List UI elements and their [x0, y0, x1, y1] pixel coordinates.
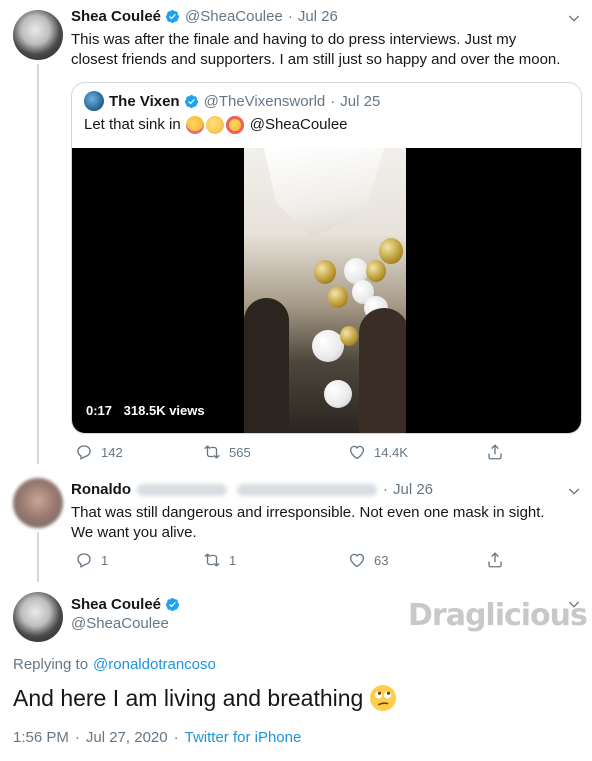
tweet2-text-line1: That was still dangerous and irresponsib…	[71, 504, 545, 521]
reply-icon	[77, 445, 91, 460]
ceiling-drape	[264, 148, 384, 238]
quote-text-start: Let that sink in	[84, 116, 181, 133]
tweet1-handle[interactable]: @SheaCoulee	[185, 8, 283, 25]
tweet1-text-line1: This was after the finale and having to …	[71, 31, 517, 48]
tweet1-text-line2: closest friends and supporters. I am sti…	[71, 51, 561, 68]
replying-to-link[interactable]: @ronaldotrancoso	[93, 656, 216, 673]
balloon	[366, 260, 386, 282]
tweet3-source[interactable]: Twitter for iPhone	[185, 729, 302, 746]
verified-icon	[184, 94, 198, 108]
balloon	[379, 238, 403, 264]
tweet3-display-name[interactable]: Shea Couleé	[71, 596, 161, 613]
separator-dot: ·	[383, 481, 388, 498]
reply-button[interactable]: 1	[75, 551, 203, 569]
video-meta: 0:17 318.5K views	[86, 403, 213, 418]
tweet2-actions: 1 1 63	[75, 551, 512, 569]
separator-dot: ·	[330, 92, 336, 110]
retweet-button[interactable]: 1	[203, 551, 348, 569]
separator-dot: ·	[287, 8, 293, 25]
like-icon	[349, 553, 365, 568]
tweet1-actions: 142 565 14.4K	[75, 443, 512, 461]
person-silhouette	[244, 298, 289, 433]
retweet-count: 565	[229, 444, 251, 460]
reply-button[interactable]: 142	[75, 443, 203, 461]
tweet3-time[interactable]: 1:56 PM	[13, 729, 69, 746]
thread-line	[37, 64, 39, 464]
balloon	[340, 326, 358, 346]
avatar-shea-coulee[interactable]	[13, 592, 63, 642]
balloon	[328, 286, 348, 308]
avatar-ronaldo[interactable]	[13, 478, 63, 528]
rolling-eyes-emoji	[370, 685, 397, 711]
tweet1-header: Shea Couleé @SheaCoulee · Jul 26	[71, 8, 338, 25]
avatar-the-vixen[interactable]	[84, 91, 104, 111]
replying-to: Replying to @ronaldotrancoso	[13, 656, 216, 673]
retweet-count: 1	[229, 552, 237, 568]
tweet1-display-name[interactable]: Shea Couleé	[71, 8, 161, 25]
tweet2-text: That was still dangerous and irresponsib…	[71, 503, 581, 543]
retweet-button[interactable]: 565	[203, 443, 348, 461]
tweet2-header: Ronaldo · Jul 26	[71, 481, 433, 498]
tweet3-header: Shea Couleé @SheaCoulee	[71, 596, 180, 632]
video-views: 318.5K views	[123, 403, 205, 418]
share-icon	[488, 552, 502, 568]
quoted-tweet-card[interactable]: The Vixen @TheVixensworld · Jul 25 Let t…	[71, 82, 582, 434]
reply-icon	[77, 553, 91, 568]
video-player[interactable]: 0:17 318.5K views	[72, 148, 581, 433]
redacted-handle	[237, 483, 377, 496]
quote-text: Let that sink in @SheaCoulee	[84, 115, 348, 135]
quote-date[interactable]: Jul 25	[340, 93, 380, 110]
quote-mention[interactable]: @SheaCoulee	[250, 115, 348, 135]
watermark-text: Draglicious	[408, 598, 588, 633]
verified-icon	[165, 9, 180, 24]
star-struck-emoji	[225, 116, 244, 134]
quote-header: The Vixen @TheVixensworld · Jul 25	[84, 91, 380, 111]
video-frame	[244, 148, 406, 433]
watermark-logo: Draglicious	[408, 598, 588, 633]
tweet2-display-name[interactable]: Ronaldo	[71, 481, 131, 498]
reply-count: 1	[101, 552, 109, 568]
tweet3-date[interactable]: Jul 27, 2020	[86, 729, 168, 746]
retweet-icon	[204, 445, 220, 459]
tweet3-meta: 1:56 PM · Jul 27, 2020 · Twitter for iPh…	[13, 729, 301, 746]
balloon	[324, 380, 352, 408]
tweet1-date[interactable]: Jul 26	[298, 8, 338, 25]
party-face-emoji	[185, 116, 204, 134]
reply-count: 142	[101, 444, 123, 460]
chevron-down-icon[interactable]	[566, 483, 582, 499]
like-icon	[349, 445, 365, 460]
quote-handle[interactable]: @TheVixensworld	[204, 93, 326, 110]
like-button[interactable]: 63	[348, 551, 486, 569]
tweet3-text: And here I am living and breathing	[13, 683, 397, 713]
chevron-down-icon[interactable]	[566, 10, 582, 26]
verified-icon	[165, 597, 180, 612]
retweet-icon	[204, 553, 220, 567]
tweet2-text-line2: We want you alive.	[71, 524, 197, 541]
avatar-shea-coulee[interactable]	[13, 10, 63, 60]
thread-line	[37, 532, 39, 582]
tweet3-handle[interactable]: @SheaCoulee	[71, 615, 180, 632]
redacted-name	[137, 483, 227, 496]
tweet1-text: This was after the finale and having to …	[71, 30, 581, 70]
like-count: 63	[374, 552, 389, 568]
balloon	[314, 260, 336, 284]
separator-dot: ·	[173, 729, 179, 746]
like-button[interactable]: 14.4K	[348, 443, 486, 461]
share-button[interactable]	[486, 551, 512, 569]
share-icon	[488, 444, 502, 460]
relieved-face-emoji	[205, 116, 224, 134]
replying-prefix: Replying to	[13, 656, 89, 673]
video-duration: 0:17	[86, 403, 113, 418]
person-silhouette	[359, 308, 406, 433]
share-button[interactable]	[486, 443, 512, 461]
like-count: 14.4K	[374, 444, 408, 460]
quote-display-name[interactable]: The Vixen	[109, 93, 180, 110]
tweet2-date[interactable]: Jul 26	[393, 481, 433, 498]
separator-dot: ·	[74, 729, 80, 746]
tweet3-text-body: And here I am living and breathing	[13, 685, 364, 711]
